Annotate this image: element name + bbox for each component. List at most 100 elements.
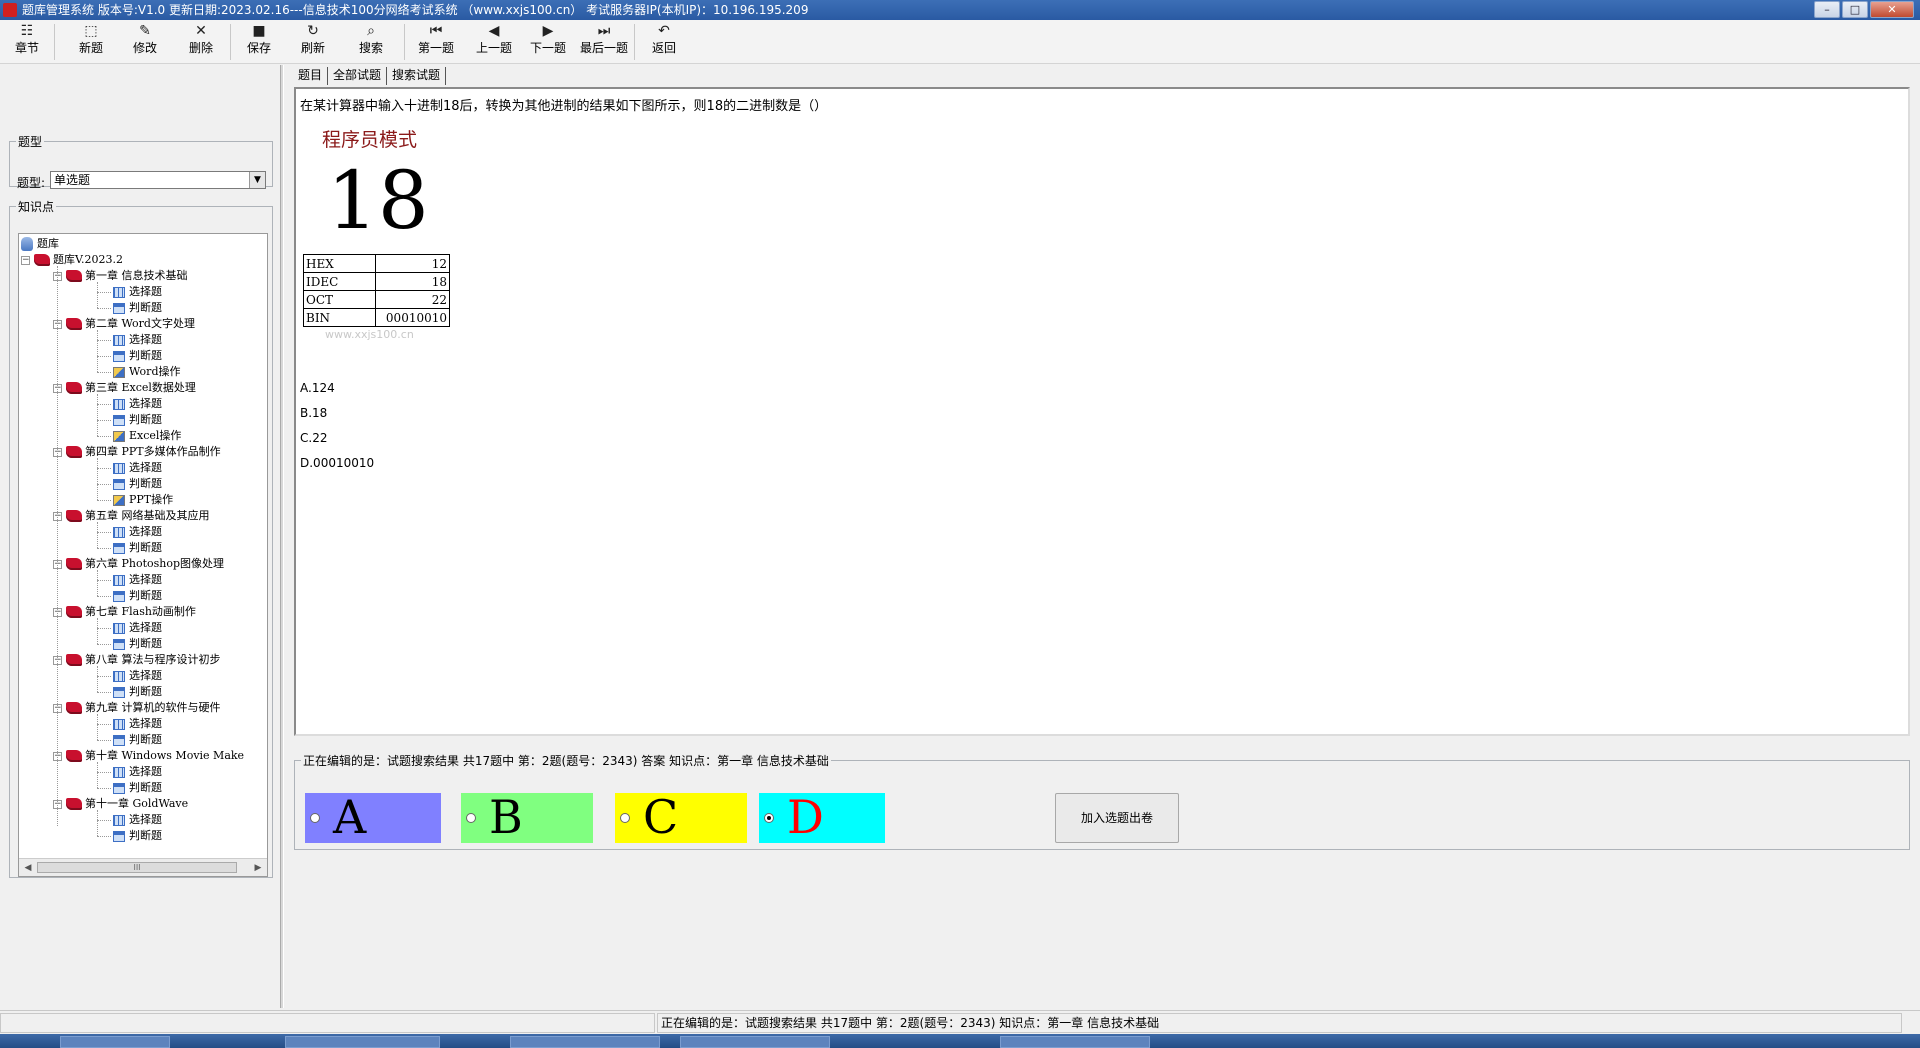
tree-item-leaf[interactable]: 判断题 [113,636,162,652]
tree-item-label: 判断题 [129,829,162,842]
judge-question-icon [113,302,125,314]
tree-item-leaf[interactable]: 选择题 [113,620,162,636]
next-question-button[interactable]: ▶ 下一题 [522,22,574,62]
tab-search-questions[interactable]: 搜索试题 [387,67,447,85]
close-button[interactable]: ✕ [1870,1,1914,18]
answer-choice-c[interactable]: C [615,790,747,844]
first-question-label: 第一题 [417,41,454,55]
answer-choice-d[interactable]: D [759,790,885,844]
scroll-right-icon[interactable]: ▶ [251,861,265,875]
tree-item-leaf[interactable]: PPT操作 [113,492,173,508]
tree-item-leaf[interactable]: 判断题 [113,780,162,796]
edit-button[interactable]: ✎ 修改 [124,22,166,62]
tree-item-leaf[interactable]: 判断题 [113,732,162,748]
tree-item-leaf[interactable]: 选择题 [113,460,162,476]
tree-item-leaf[interactable]: 判断题 [113,588,162,604]
tree-item-label: 第八章 算法与程序设计初步 [85,653,221,666]
tree-item-leaf[interactable]: 选择题 [113,524,162,540]
tree-item-leaf[interactable]: 判断题 [113,412,162,428]
tree-item-chapter[interactable]: − 第二章 Word文字处理 [53,316,195,332]
tree-item-leaf[interactable]: 选择题 [113,332,162,348]
radio-button[interactable] [764,813,774,823]
tree-item-chapter[interactable]: − 第一章 信息技术基础 [53,268,188,284]
return-button[interactable]: ↶ 返回 [640,22,688,62]
panel-splitter[interactable] [280,65,284,1008]
tree-item-root[interactable]: 题库 [21,236,59,252]
tree-item-leaf[interactable]: Word操作 [113,364,180,380]
tree-item-bank[interactable]: − 题库V.2023.2 [21,252,123,268]
question-type-select[interactable]: 单选题 ▼ [50,171,266,189]
tree-connector [97,618,98,644]
search-button[interactable]: ⌕ 搜索 [350,22,392,62]
tree-item-chapter[interactable]: − 第七章 Flash动画制作 [53,604,196,620]
judge-question-icon [113,734,125,746]
taskbar-button[interactable] [60,1036,170,1048]
tree-item-leaf[interactable]: 选择题 [113,668,162,684]
tree-item-leaf[interactable]: Excel操作 [113,428,181,444]
table-cell: 22 [375,290,450,309]
answer-letter: D [787,790,824,844]
tree-item-leaf[interactable]: 选择题 [113,572,162,588]
tree-item-leaf[interactable]: 判断题 [113,348,162,364]
delete-button[interactable]: ✕ 删除 [180,22,222,62]
radio-button[interactable] [620,813,630,823]
tree-item-chapter[interactable]: − 第六章 Photoshop图像处理 [53,556,224,572]
tree-item-leaf[interactable]: 判断题 [113,828,162,844]
taskbar-button[interactable] [680,1036,830,1048]
tree-connector [57,266,58,826]
tree-item-chapter[interactable]: − 第十章 Windows Movie Make [53,748,244,764]
tree-item-chapter[interactable]: − 第八章 算法与程序设计初步 [53,652,221,668]
scroll-left-icon[interactable]: ◀ [21,861,35,875]
table-cell: 18 [375,272,450,291]
radio-button[interactable] [310,813,320,823]
tree-item-chapter[interactable]: − 第九章 计算机的软件与硬件 [53,700,221,716]
refresh-label: 刷新 [300,41,325,55]
taskbar-button[interactable] [510,1036,660,1048]
tree-connector [97,836,111,837]
tree-connector [97,666,98,692]
tree-item-label: 判断题 [129,733,162,746]
book-icon [66,318,82,330]
chevron-down-icon[interactable]: ▼ [249,172,265,188]
radio-button[interactable] [466,813,476,823]
add-to-paper-button[interactable]: 加入选题出卷 [1055,793,1179,843]
tree-item-leaf[interactable]: 选择题 [113,396,162,412]
tree-item-leaf[interactable]: 选择题 [113,284,162,300]
last-question-button[interactable]: ⏭ 最后一题 [570,22,638,62]
maximize-button[interactable]: □ [1842,1,1868,18]
horizontal-scrollbar[interactable]: ◀ III ▶ [19,858,267,876]
answer-choice-a[interactable]: A [305,790,441,844]
chapter-button[interactable]: ☷ 章节 [6,22,48,62]
new-question-button[interactable]: ⬚ 新题 [70,22,112,62]
tree-item-label: 第三章 Excel数据处理 [85,381,196,394]
tree-item-chapter[interactable]: − 第三章 Excel数据处理 [53,380,196,396]
question-editor[interactable]: 在某计算器中输入十进制18后，转换为其他进制的结果如下图所示，则18的二进制数是… [294,87,1910,736]
tree-item-leaf[interactable]: 判断题 [113,476,162,492]
taskbar-button[interactable] [285,1036,440,1048]
question-text: 在某计算器中输入十进制18后，转换为其他进制的结果如下图所示，则18的二进制数是… [300,99,828,114]
tree-item-leaf[interactable]: 判断题 [113,540,162,556]
refresh-button[interactable]: ↻ 刷新 [292,22,334,62]
answer-choice-b[interactable]: B [461,790,593,844]
save-button[interactable]: ■ 保存 [238,22,280,62]
judge-question-icon [113,686,125,698]
tree-item-leaf[interactable]: 选择题 [113,716,162,732]
tree-item-leaf[interactable]: 选择题 [113,764,162,780]
minimize-button[interactable]: – [1814,1,1840,18]
tree-item-chapter[interactable]: − 第十一章 GoldWave [53,796,188,812]
tab-all-questions[interactable]: 全部试题 [328,67,388,85]
knowledge-point-group: 知识点 题库 − 题库V.2023.2− 第一章 信息技术基础 选择题 判断题 − 第二章 W… [9,198,273,878]
taskbar-button[interactable] [1000,1036,1150,1048]
tab-question[interactable]: 题目 [293,67,329,85]
tree-item-chapter[interactable]: − 第五章 网络基础及其应用 [53,508,210,524]
toolbar-separator [404,24,405,60]
first-question-button[interactable]: ⏮ 第一题 [410,22,462,62]
tree-item-leaf[interactable]: 判断题 [113,300,162,316]
tree-item-chapter[interactable]: − 第四章 PPT多媒体作品制作 [53,444,221,460]
scrollbar-thumb[interactable]: III [37,862,237,873]
collapse-icon[interactable]: − [21,255,30,265]
prev-question-button[interactable]: ◀ 上一题 [468,22,520,62]
tree-item-leaf[interactable]: 选择题 [113,812,162,828]
tree-item-leaf[interactable]: 判断题 [113,684,162,700]
status-text: 正在编辑的是：试题搜索结果 共17题中 第：2题(题号：2343) 知识点：第一… [657,1013,1902,1033]
